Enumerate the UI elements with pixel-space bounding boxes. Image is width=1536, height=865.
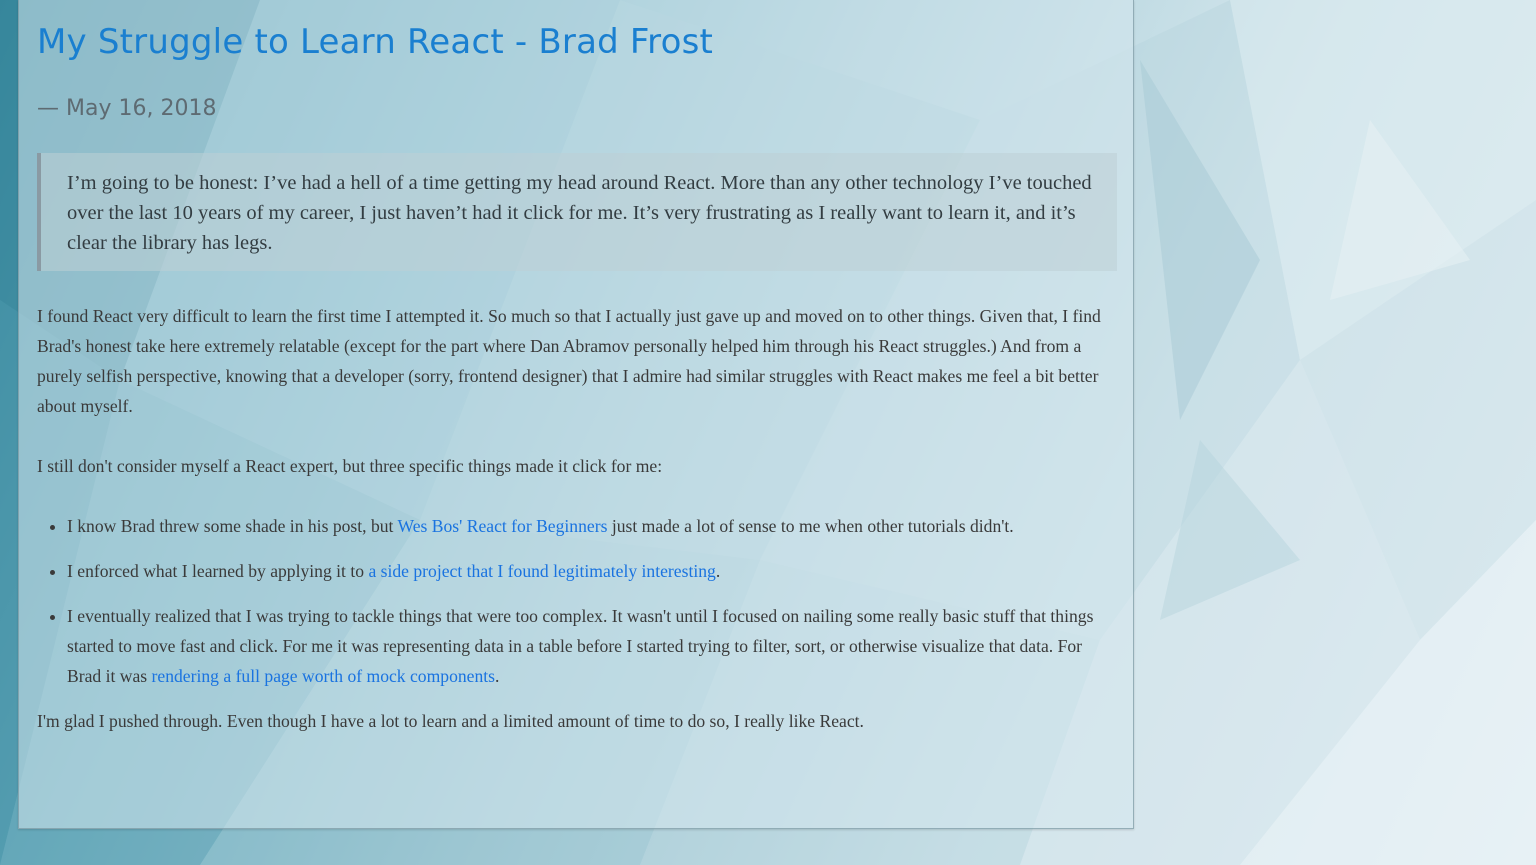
paragraph-2: I still don't consider myself a React ex… [37, 456, 663, 476]
list-item: I know Brad threw some shade in his post… [67, 511, 1117, 541]
list-item: I eventually realized that I was trying … [67, 601, 1117, 691]
link-side-project[interactable]: a side project that I found legitimately… [368, 561, 715, 581]
link-wes-bos-react-for-beginners[interactable]: Wes Bos' React for Beginners [398, 516, 608, 536]
post-title[interactable]: My Struggle to Learn React - Brad Frost [37, 22, 713, 62]
list-item-text: . [495, 666, 500, 686]
list-item-text: . [715, 561, 721, 581]
post-card: My Struggle to Learn React - Brad Frost … [18, 0, 1134, 829]
paragraph-3: I'm glad I pushed through. Even though I… [37, 711, 864, 731]
paragraph-1: I found React very difficult to learn th… [37, 306, 1101, 416]
click-reasons-list: I know Brad threw some shade in his post… [37, 511, 1117, 691]
post-body: I found React very difficult to learn th… [37, 301, 1117, 766]
quoted-excerpt: I’m going to be honest: I’ve had a hell … [37, 153, 1117, 271]
list-item-text: I know Brad threw some shade in his post… [67, 516, 398, 536]
list-item: I enforced what I learned by applying it… [67, 556, 1117, 586]
post-date: — May 16, 2018 [37, 96, 217, 121]
list-item-text: I enforced what I learned by applying it… [67, 561, 369, 581]
list-item-text: just made a lot of sense to me when othe… [607, 516, 1014, 536]
link-mock-components[interactable]: rendering a full page worth of mock comp… [152, 666, 495, 686]
